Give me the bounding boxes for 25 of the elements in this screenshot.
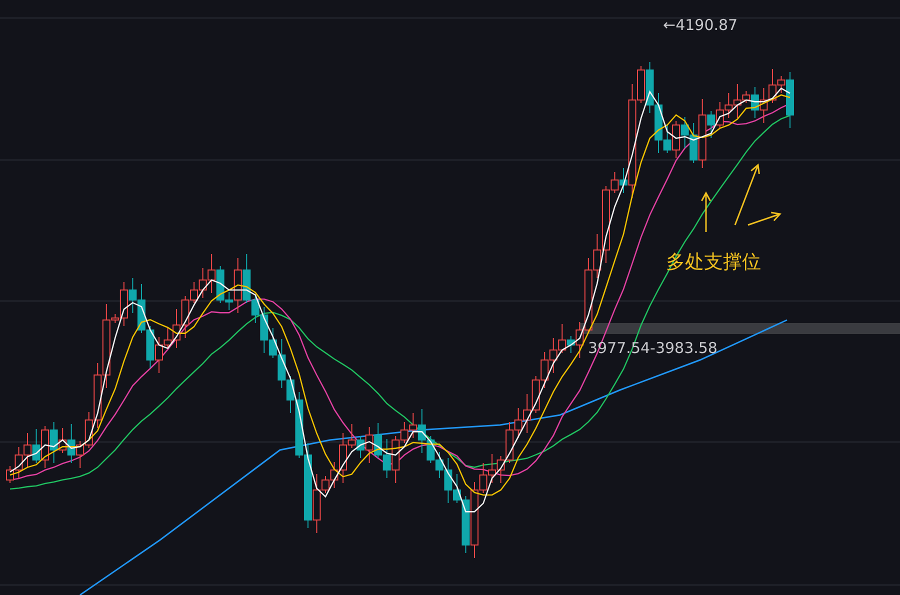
candlestick	[549, 338, 558, 374]
candlestick	[514, 408, 522, 438]
candlestick	[488, 454, 496, 484]
candlestick	[146, 326, 154, 368]
candlestick	[41, 426, 50, 468]
candlestick	[76, 440, 84, 468]
candlestick	[672, 120, 680, 158]
candlestick	[198, 268, 207, 298]
candlestick	[760, 88, 768, 124]
candlestick	[374, 422, 382, 458]
candlestick	[382, 438, 391, 478]
candlestick	[724, 92, 733, 118]
candlestick	[532, 376, 540, 414]
high-price-label: ←4190.87	[663, 16, 738, 34]
candlestick	[24, 432, 32, 468]
candlestick	[32, 428, 40, 464]
candlestick	[680, 116, 689, 148]
candlestick	[716, 102, 724, 128]
candlestick	[523, 394, 532, 434]
candlestick	[646, 62, 654, 114]
candlestick	[208, 254, 216, 294]
annotation-arrow	[701, 191, 711, 232]
candlestick	[128, 278, 137, 314]
candlestick	[137, 284, 146, 334]
candlestick	[540, 352, 549, 388]
